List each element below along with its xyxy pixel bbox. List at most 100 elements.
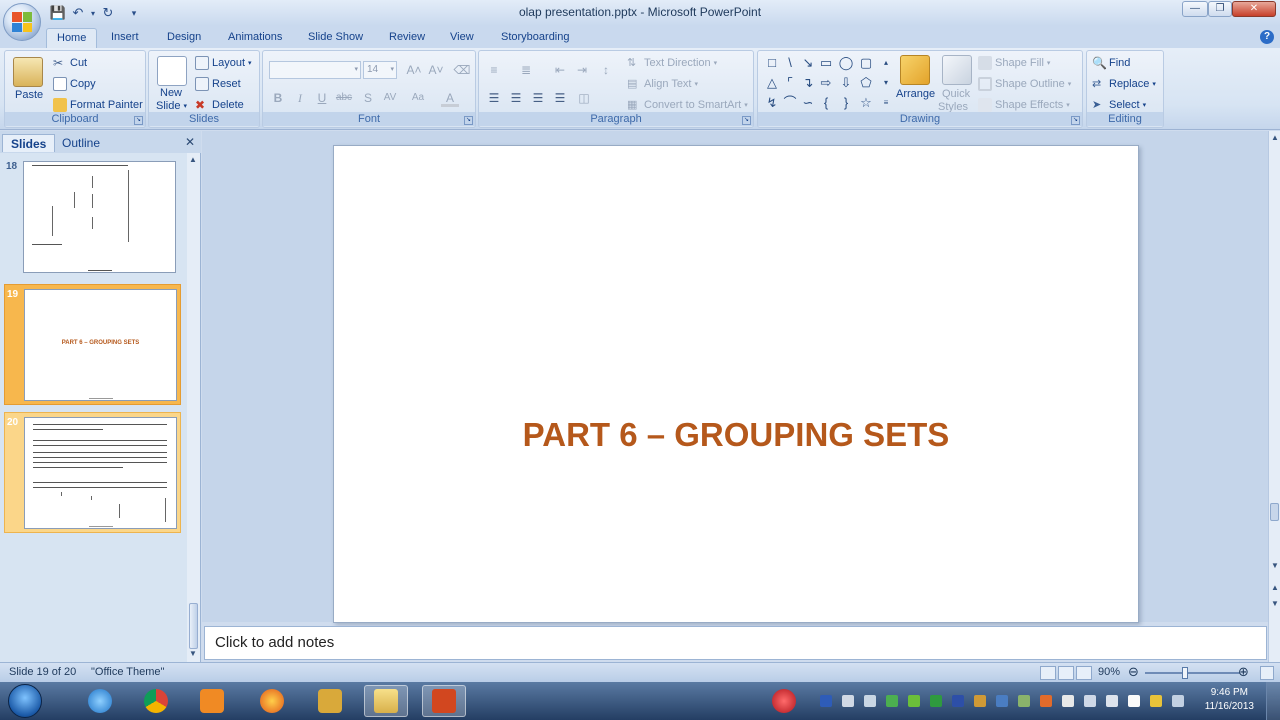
elbow-arrow-shape-icon[interactable]: ↴: [800, 75, 816, 91]
format-painter-button[interactable]: Format Painter: [53, 98, 143, 112]
change-case-icon[interactable]: Aa: [409, 89, 427, 107]
select-button[interactable]: ➤ Select ▾: [1092, 98, 1146, 112]
font-size-combo[interactable]: 14 ▾: [363, 61, 397, 79]
align-center-icon[interactable]: ☰: [507, 89, 525, 107]
line-shape-icon[interactable]: \: [782, 55, 798, 71]
previous-slide-icon[interactable]: ▲: [1270, 583, 1280, 595]
tray-misc-icon[interactable]: [1172, 695, 1184, 707]
left-brace-shape-icon[interactable]: {: [818, 95, 834, 111]
oval-shape-icon[interactable]: ◯: [838, 55, 854, 71]
italic-icon[interactable]: I: [291, 89, 309, 107]
tray-yellow-icon[interactable]: [1150, 695, 1162, 707]
shape-effects-button[interactable]: Shape Effects ▾: [978, 98, 1070, 112]
rectangle-shape-icon[interactable]: ▭: [818, 55, 834, 71]
scroll-up-icon[interactable]: ▲: [1270, 133, 1280, 145]
panel-scroll-thumb[interactable]: [189, 603, 198, 649]
tab-design[interactable]: Design: [157, 28, 211, 48]
notes-pane[interactable]: Click to add notes: [204, 626, 1267, 660]
tab-insert[interactable]: Insert: [101, 28, 149, 48]
slide-title[interactable]: PART 6 – GROUPING SETS: [334, 416, 1138, 454]
align-left-icon[interactable]: ☰: [485, 89, 503, 107]
tray-green-icon[interactable]: [930, 695, 942, 707]
tab-review[interactable]: Review: [379, 28, 435, 48]
fit-slide-icon[interactable]: [1260, 666, 1274, 680]
new-slide-icon[interactable]: [157, 56, 187, 86]
quick-styles-label-1[interactable]: Quick: [942, 88, 970, 100]
find-button[interactable]: 🔍 Find: [1092, 56, 1130, 70]
editor-scrollbar[interactable]: ▲ ▼ ▲ ▼: [1268, 131, 1280, 662]
system-clock[interactable]: 9:46 PM 11/16/2013: [1205, 686, 1254, 714]
paste-icon[interactable]: [13, 57, 43, 87]
start-button[interactable]: [8, 684, 42, 718]
numbering-icon[interactable]: ≣: [517, 61, 535, 79]
character-spacing-icon[interactable]: AV: [381, 89, 399, 107]
restore-button[interactable]: ❐: [1208, 1, 1232, 17]
taskbar-recorder[interactable]: [762, 685, 806, 717]
freeform-shape-icon[interactable]: ⬠: [858, 75, 874, 91]
close-icon[interactable]: ✕: [185, 135, 195, 149]
drawing-launcher-icon[interactable]: ↘: [1071, 116, 1080, 125]
arrow-shape-icon[interactable]: ↘: [800, 55, 816, 71]
scroll-up-icon[interactable]: ▲: [188, 155, 198, 167]
tab-outline[interactable]: Outline: [54, 134, 108, 152]
layout-button[interactable]: Layout ▾: [195, 56, 252, 70]
show-desktop-button[interactable]: [1266, 682, 1280, 720]
new-slide-label-2[interactable]: Slide ▾: [156, 100, 187, 112]
star-shape-icon[interactable]: ☆: [858, 95, 874, 111]
shapes-more-icon[interactable]: ≡: [878, 95, 894, 111]
close-button[interactable]: ✕: [1232, 1, 1276, 17]
volume-icon[interactable]: [842, 695, 854, 707]
taskbar-media[interactable]: [190, 685, 234, 717]
bullets-icon[interactable]: ≡: [485, 61, 503, 79]
slide-thumbnail-20[interactable]: 20: [4, 412, 181, 533]
new-slide-label-1[interactable]: New: [160, 87, 182, 99]
grow-font-icon[interactable]: A˄: [405, 61, 423, 79]
paragraph-launcher-icon[interactable]: ↘: [742, 116, 751, 125]
scroll-down-icon[interactable]: ▼: [1270, 561, 1280, 573]
next-slide-icon[interactable]: ▼: [1270, 599, 1280, 611]
align-text-button[interactable]: ▤ Align Text ▾: [627, 77, 698, 91]
slide-canvas[interactable]: PART 6 – GROUPING SETS: [333, 145, 1139, 623]
normal-view-icon[interactable]: [1040, 666, 1056, 680]
network-icon[interactable]: [1084, 695, 1096, 707]
textbox-shape-icon[interactable]: □: [764, 55, 780, 71]
slide-sorter-view-icon[interactable]: [1058, 666, 1074, 680]
shape-fill-button[interactable]: Shape Fill ▾: [978, 56, 1050, 70]
delete-button[interactable]: ✖ Delete: [195, 98, 244, 112]
triangle-shape-icon[interactable]: △: [764, 75, 780, 91]
paste-button[interactable]: Paste: [15, 89, 43, 101]
tab-home[interactable]: Home: [46, 28, 98, 48]
down-arrow-shape-icon[interactable]: ⇩: [838, 75, 854, 91]
bluetooth-icon[interactable]: [952, 695, 964, 707]
taskbar-powerpoint[interactable]: [422, 685, 466, 717]
clipboard-launcher-icon[interactable]: ↘: [134, 116, 143, 125]
text-shadow-icon[interactable]: S: [359, 89, 377, 107]
strikethrough-icon[interactable]: abc: [335, 89, 353, 107]
tray-sync-icon[interactable]: [1018, 695, 1030, 707]
tab-view[interactable]: View: [440, 28, 484, 48]
help-icon[interactable]: ?: [1260, 30, 1274, 44]
columns-icon[interactable]: ◫: [575, 89, 593, 107]
office-button[interactable]: [3, 3, 41, 41]
clear-formatting-icon[interactable]: ⌫: [453, 61, 471, 79]
shapes-scroll-up-icon[interactable]: ▴: [878, 55, 894, 71]
taskbar-firefox[interactable]: [250, 685, 294, 717]
speaker-icon[interactable]: [1106, 695, 1118, 707]
shapes-scroll-down-icon[interactable]: ▾: [878, 75, 894, 91]
tray-update-icon[interactable]: [974, 695, 986, 707]
shrink-font-icon[interactable]: A˅: [427, 61, 445, 79]
tray-orange-icon[interactable]: [1040, 695, 1052, 707]
tray-device-icon[interactable]: [864, 695, 876, 707]
panel-scrollbar[interactable]: ▲ ▼: [187, 153, 200, 662]
right-brace-shape-icon[interactable]: }: [838, 95, 854, 111]
font-family-combo[interactable]: ▾: [269, 61, 361, 79]
reset-button[interactable]: Reset: [195, 77, 241, 91]
slide-show-view-icon[interactable]: [1076, 666, 1092, 680]
cut-button[interactable]: ✂ Cut: [53, 56, 87, 70]
arrange-button[interactable]: Arrange: [896, 88, 935, 100]
right-arrow-shape-icon[interactable]: ⇨: [818, 75, 834, 91]
zoom-slider[interactable]: [1145, 672, 1240, 674]
tray-shield-icon[interactable]: [886, 695, 898, 707]
scribble-shape-icon[interactable]: ↯: [764, 95, 780, 111]
minimize-button[interactable]: —: [1182, 1, 1208, 17]
